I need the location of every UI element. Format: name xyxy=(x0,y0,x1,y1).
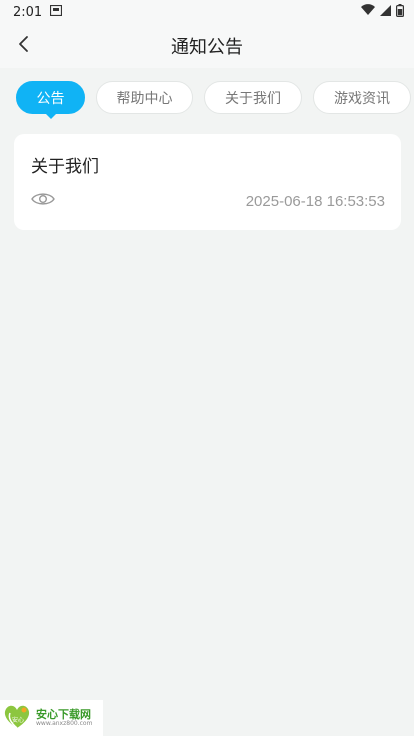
tab-game-news[interactable]: 游戏资讯 xyxy=(313,81,411,114)
tab-announcement[interactable]: 公告 xyxy=(16,81,85,119)
category-tabs: 公告 帮助中心 关于我们 游戏资讯 xyxy=(0,68,414,128)
tab-help-center[interactable]: 帮助中心 xyxy=(96,81,193,114)
eye-icon xyxy=(31,191,55,211)
article-title: 关于我们 xyxy=(31,157,99,177)
status-left: 2:01 xyxy=(13,4,63,20)
watermark: 安心 安心下载网 www.anxz800.com xyxy=(0,700,103,736)
status-right xyxy=(361,3,405,21)
watermark-url: www.anxz800.com xyxy=(36,719,93,727)
status-time: 2:01 xyxy=(13,4,43,20)
notification-icon xyxy=(50,4,63,20)
page-title: 通知公告 xyxy=(171,37,243,58)
signal-icon xyxy=(380,4,391,20)
tab-about-us[interactable]: 关于我们 xyxy=(204,81,302,114)
article-meta: 2025-06-18 16:53:53 xyxy=(31,191,385,211)
chevron-left-icon xyxy=(18,35,30,57)
watermark-text: 安心下载网 www.anxz800.com xyxy=(36,707,93,728)
svg-text:安心: 安心 xyxy=(12,716,24,724)
article-date: 2025-06-18 16:53:53 xyxy=(245,192,385,210)
watermark-title: 安心下载网 xyxy=(36,707,91,721)
battery-icon xyxy=(396,3,405,21)
back-button[interactable] xyxy=(10,32,38,60)
article-card[interactable]: 关于我们 2025-06-18 16:53:53 xyxy=(14,134,401,230)
watermark-logo: 安心 xyxy=(2,701,32,735)
wifi-icon xyxy=(361,4,375,20)
nav-bar: 通知公告 xyxy=(0,24,414,68)
status-bar: 2:01 xyxy=(0,0,414,24)
